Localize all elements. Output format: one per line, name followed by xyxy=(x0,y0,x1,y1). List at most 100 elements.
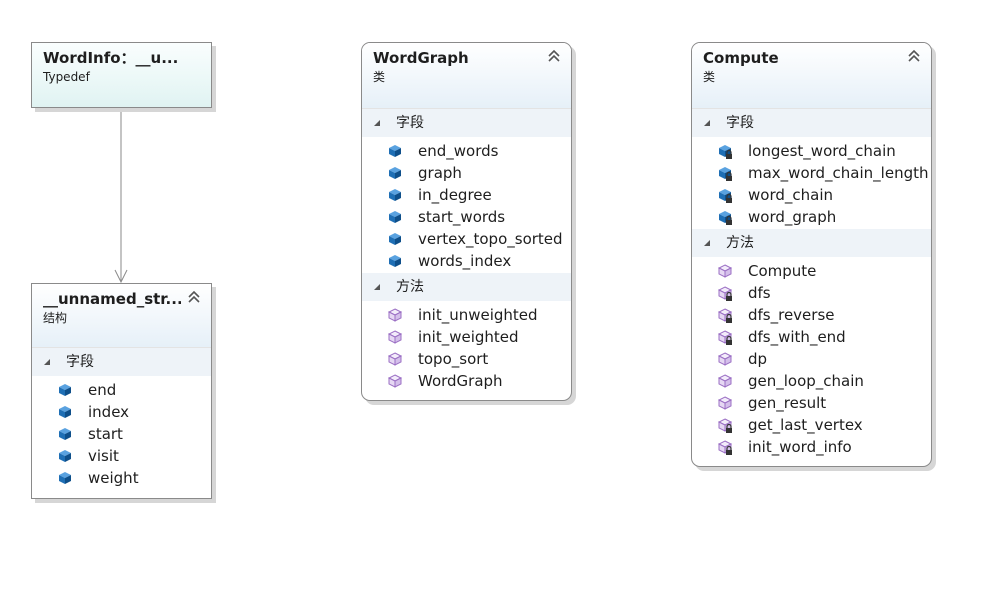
method-row[interactable]: dfs_with_end xyxy=(692,326,931,348)
compute-methods-section[interactable]: 方法 xyxy=(692,229,931,257)
compute-fields-section[interactable]: 字段 xyxy=(692,109,931,137)
method-name: dp xyxy=(748,350,768,368)
method-name: gen_loop_chain xyxy=(748,372,864,390)
field-name: visit xyxy=(88,447,119,465)
method-name: init_unweighted xyxy=(418,306,538,324)
wordgraph-header: WordGraph 类 xyxy=(362,43,571,109)
field-name: max_word_chain_length xyxy=(748,164,929,182)
compute-methods-list: Compute dfs dfs_reverse dfs_with_end dp … xyxy=(692,257,931,458)
compute-header: Compute 类 xyxy=(692,43,931,109)
private-field-icon xyxy=(716,208,734,226)
class-wordinfo[interactable]: WordInfo：__u... Typedef xyxy=(31,42,212,108)
field-row[interactable]: visit xyxy=(32,445,211,467)
wordinfo-title: WordInfo：__u... xyxy=(43,49,179,67)
method-row[interactable]: get_last_vertex xyxy=(692,414,931,436)
method-row[interactable]: gen_loop_chain xyxy=(692,370,931,392)
private-method-icon xyxy=(716,284,734,302)
method-name: dfs xyxy=(748,284,771,302)
method-row[interactable]: WordGraph xyxy=(362,370,571,392)
field-row[interactable]: graph xyxy=(362,162,571,184)
field-name: graph xyxy=(418,164,462,182)
method-icon xyxy=(716,262,734,280)
field-row[interactable]: max_word_chain_length xyxy=(692,162,931,184)
chevron-double-up-icon[interactable] xyxy=(547,48,561,64)
method-row[interactable]: Compute xyxy=(692,260,931,282)
method-icon xyxy=(716,372,734,390)
unnamed-fields-section[interactable]: 字段 xyxy=(32,348,211,376)
method-icon xyxy=(716,350,734,368)
wordgraph-fields-section[interactable]: 字段 xyxy=(362,109,571,137)
class-wordgraph[interactable]: WordGraph 类 字段 end_words graph in_degree… xyxy=(361,42,572,401)
method-icon xyxy=(386,350,404,368)
field-name: word_graph xyxy=(748,208,837,226)
field-icon xyxy=(386,208,404,226)
class-unnamed-struct[interactable]: __unnamed_str... 结构 字段 end index start v… xyxy=(31,283,212,499)
compute-fields-label: 字段 xyxy=(726,115,754,131)
private-field-icon xyxy=(716,164,734,182)
method-name: WordGraph xyxy=(418,372,503,390)
method-icon xyxy=(386,372,404,390)
method-icon xyxy=(386,328,404,346)
triangle-expanded-icon xyxy=(702,118,712,128)
wordgraph-methods-label: 方法 xyxy=(396,279,424,295)
method-name: gen_result xyxy=(748,394,827,412)
field-row[interactable]: word_graph xyxy=(692,206,931,228)
field-icon xyxy=(386,186,404,204)
field-name: word_chain xyxy=(748,186,833,204)
method-row[interactable]: topo_sort xyxy=(362,348,571,370)
field-row[interactable]: index xyxy=(32,401,211,423)
method-row[interactable]: dfs xyxy=(692,282,931,304)
field-row[interactable]: in_degree xyxy=(362,184,571,206)
method-name: topo_sort xyxy=(418,350,489,368)
method-row[interactable]: init_weighted xyxy=(362,326,571,348)
method-row[interactable]: dfs_reverse xyxy=(692,304,931,326)
method-name: get_last_vertex xyxy=(748,416,863,434)
method-row[interactable]: dp xyxy=(692,348,931,370)
field-row[interactable]: weight xyxy=(32,467,211,489)
private-field-icon xyxy=(716,142,734,160)
private-method-icon xyxy=(716,438,734,456)
field-name: vertex_topo_sorted xyxy=(418,230,563,248)
wordgraph-methods-section[interactable]: 方法 xyxy=(362,273,571,301)
private-method-icon xyxy=(716,416,734,434)
field-name: longest_word_chain xyxy=(748,142,896,160)
field-row[interactable]: end_words xyxy=(362,140,571,162)
triangle-expanded-icon xyxy=(372,118,382,128)
method-row[interactable]: init_word_info xyxy=(692,436,931,458)
unnamed-fields-label: 字段 xyxy=(66,354,94,370)
field-name: words_index xyxy=(418,252,512,270)
field-row[interactable]: start xyxy=(32,423,211,445)
field-name: in_degree xyxy=(418,186,492,204)
field-row[interactable]: words_index xyxy=(362,250,571,272)
unnamed-kind: 结构 xyxy=(43,311,68,325)
triangle-expanded-icon xyxy=(702,238,712,248)
field-name: end_words xyxy=(418,142,499,160)
class-compute[interactable]: Compute 类 字段 longest_word_chain max_word… xyxy=(691,42,932,467)
private-method-icon xyxy=(716,328,734,346)
compute-fields-list: longest_word_chain max_word_chain_length… xyxy=(692,137,931,228)
method-row[interactable]: gen_result xyxy=(692,392,931,414)
field-icon xyxy=(56,381,74,399)
chevron-double-up-icon[interactable] xyxy=(187,289,201,305)
triangle-expanded-icon xyxy=(372,282,382,292)
field-icon xyxy=(56,469,74,487)
field-row[interactable]: word_chain xyxy=(692,184,931,206)
field-name: end xyxy=(88,381,117,399)
triangle-expanded-icon xyxy=(42,357,52,367)
compute-kind: 类 xyxy=(703,70,716,84)
private-method-icon xyxy=(716,306,734,324)
compute-title: Compute xyxy=(703,49,779,67)
private-field-icon xyxy=(716,186,734,204)
field-name: weight xyxy=(88,469,139,487)
field-row[interactable]: vertex_topo_sorted xyxy=(362,228,571,250)
field-icon xyxy=(386,164,404,182)
method-name: init_weighted xyxy=(418,328,519,346)
method-row[interactable]: init_unweighted xyxy=(362,304,571,326)
wordgraph-fields-list: end_words graph in_degree start_words ve… xyxy=(362,137,571,272)
field-row[interactable]: start_words xyxy=(362,206,571,228)
field-icon xyxy=(56,403,74,421)
chevron-double-up-icon[interactable] xyxy=(907,48,921,64)
field-icon xyxy=(56,425,74,443)
field-row[interactable]: end xyxy=(32,379,211,401)
field-row[interactable]: longest_word_chain xyxy=(692,140,931,162)
